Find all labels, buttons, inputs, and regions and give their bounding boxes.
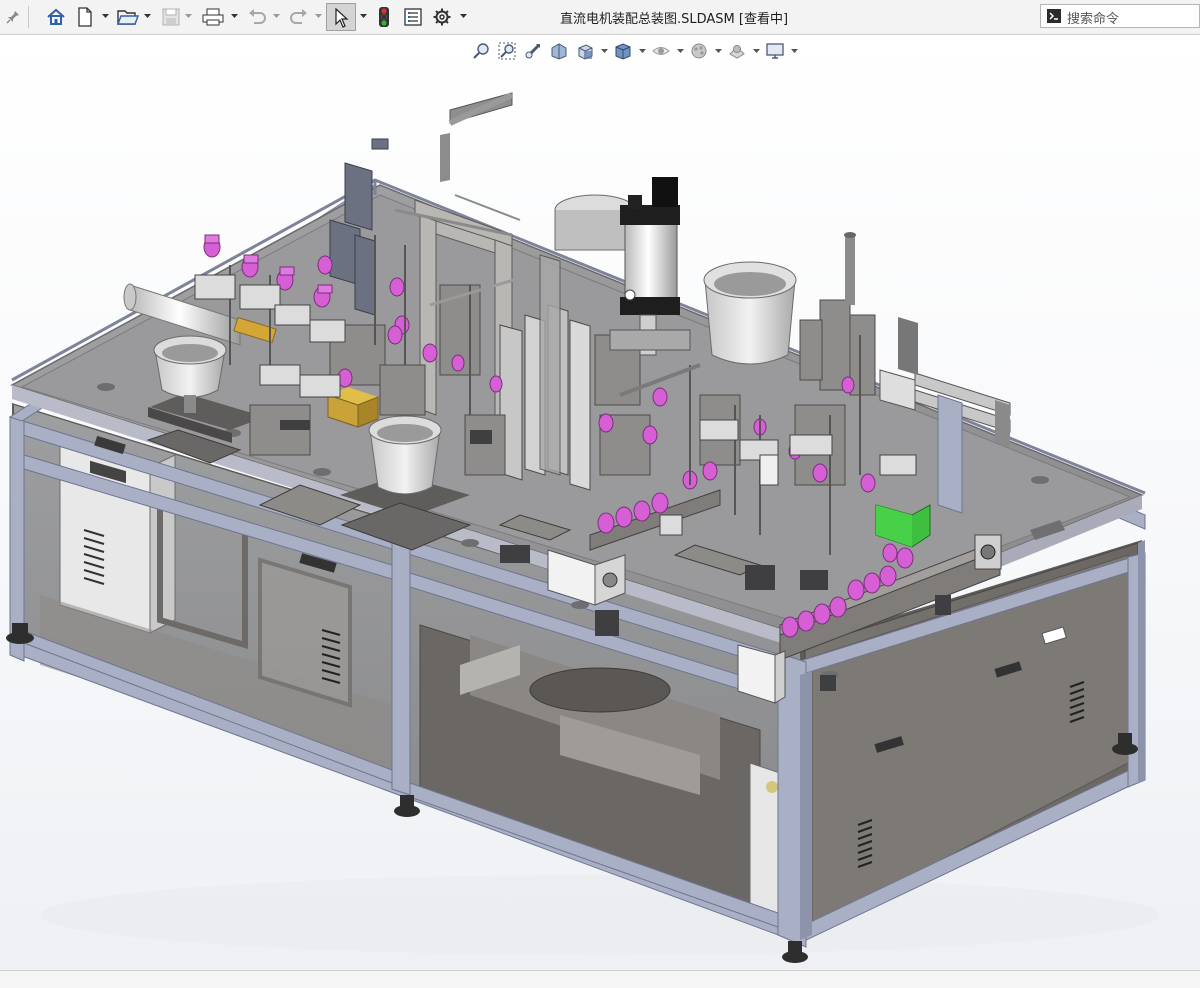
file-properties-icon[interactable] — [402, 5, 424, 29]
select-button[interactable] — [326, 3, 356, 31]
search-commands-box[interactable]: 搜索命令 — [1040, 4, 1200, 28]
redo-icon[interactable] — [288, 5, 310, 29]
home-icon[interactable] — [44, 5, 68, 29]
new-document-icon[interactable] — [74, 5, 96, 29]
pin-icon[interactable] — [4, 5, 22, 29]
open-dropdown-icon[interactable] — [143, 9, 151, 23]
search-input[interactable]: 搜索命令 — [1067, 8, 1119, 27]
save-icon[interactable] — [160, 5, 182, 29]
options-gear-icon[interactable] — [431, 5, 453, 29]
title-bar: 直流电机装配总装图.SLDASM [查看中] 搜索命令 — [0, 0, 1200, 35]
command-prompt-icon — [1047, 9, 1061, 23]
assembly-model-render[interactable] — [0, 35, 1200, 970]
save-dropdown-icon[interactable] — [184, 9, 192, 23]
redo-dropdown-icon[interactable] — [314, 9, 322, 23]
document-title: 直流电机装配总装图.SLDASM [查看中] — [560, 12, 789, 27]
graphics-area[interactable] — [0, 35, 1200, 970]
undo-dropdown-icon[interactable] — [272, 9, 280, 23]
traffic-light-icon[interactable] — [376, 5, 392, 29]
print-icon[interactable] — [201, 5, 225, 29]
print-dropdown-icon[interactable] — [230, 9, 238, 23]
options-dropdown-icon[interactable] — [459, 9, 467, 23]
status-bar — [0, 970, 1200, 988]
undo-icon[interactable] — [246, 5, 268, 29]
open-folder-icon[interactable] — [116, 5, 140, 29]
select-dropdown-icon[interactable] — [359, 9, 367, 23]
new-dropdown-icon[interactable] — [101, 9, 109, 23]
